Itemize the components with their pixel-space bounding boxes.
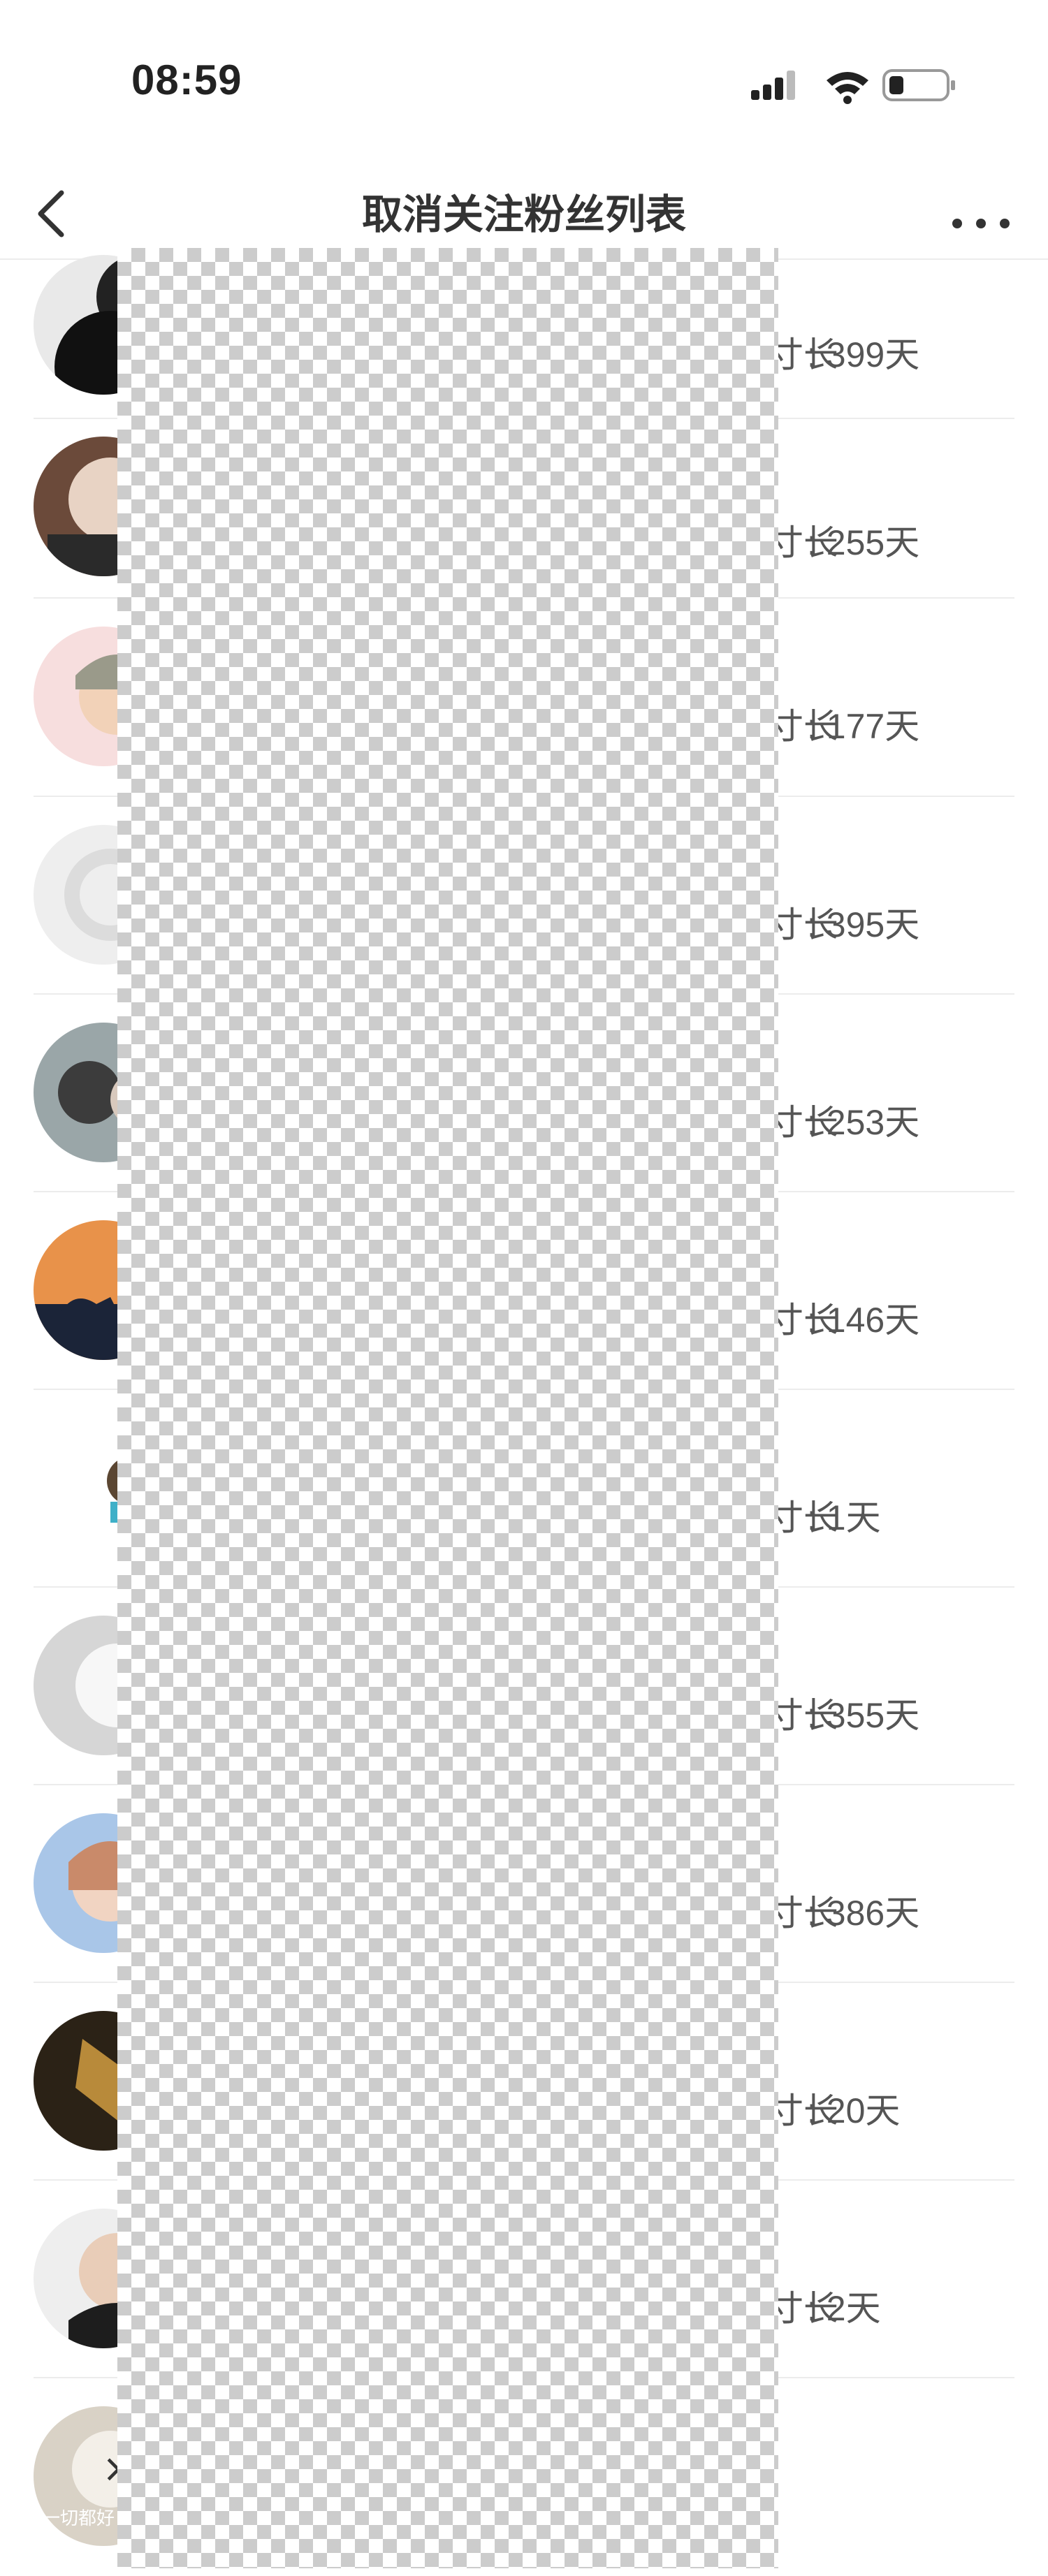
battery-icon [882,69,955,101]
duration-value: : 2天 [807,2289,881,2328]
signal-icon [751,69,955,104]
duration-value: : 146天 [807,1301,920,1340]
duration-value: : 355天 [807,1696,920,1735]
more-icon [952,219,1010,228]
duration-value: : 255天 [807,523,920,562]
duration-value: : 399天 [807,335,920,374]
duration-value: : 177天 [807,707,920,746]
redacted-region [117,248,778,2568]
duration-value: : 395天 [807,905,920,944]
avatar-caption: 一切都好 [42,2508,115,2529]
duration-value: : 20天 [807,2091,901,2130]
duration-value: : 1天 [807,1498,881,1537]
duration-value: : 253天 [807,1103,920,1142]
status-icons [751,66,961,108]
duration-value: : 386天 [807,1894,920,1933]
more-button[interactable] [943,182,1020,237]
status-time: 08:59 [131,57,242,103]
nav-bar: 取消关注粉丝列表 [0,161,1048,260]
wifi-icon [827,72,868,104]
page-title: 取消关注粉丝列表 [361,192,686,237]
status-bar: 08:59 [0,0,1048,161]
